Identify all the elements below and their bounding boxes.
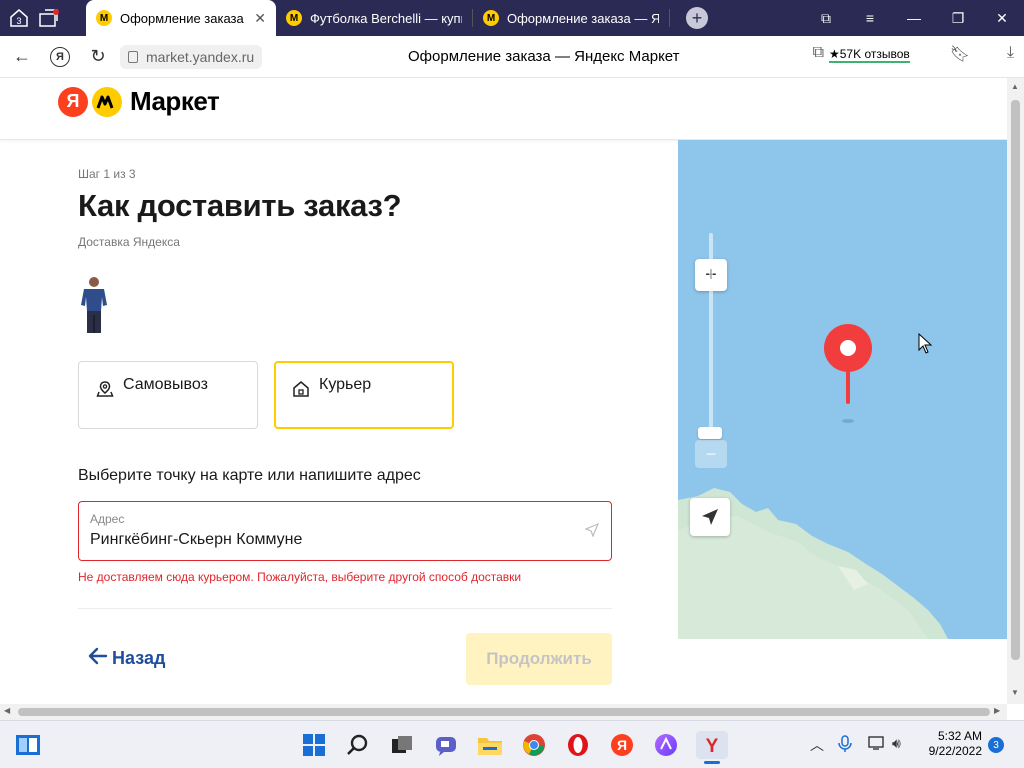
svg-text:Y: Y [706,736,719,757]
back-label: Назад [112,648,166,668]
svg-text:Я: Я [617,737,627,753]
pickup-option[interactable]: Самовывоз [78,361,258,429]
clock-date: 9/22/2022 [928,744,982,758]
courier-option[interactable]: Курьер [274,361,454,429]
checkout-heading: Как доставить заказ? [78,188,402,223]
network-icon[interactable] [868,735,886,754]
location-pin-icon[interactable] [820,324,876,424]
reviews-badge[interactable]: ★57K отзывов [829,47,910,63]
zoom-slider-handle[interactable] [698,427,722,439]
address-prompt: Выберите точку на карте или напишите адр… [78,467,421,484]
lock-icon [128,50,138,63]
microphone-icon[interactable] [838,735,852,756]
zoom-slider-track[interactable] [709,233,713,433]
opera-icon[interactable] [564,731,592,759]
window-controls: ⧉ ≡ — ❐ ✕ [804,0,1024,36]
delivery-map[interactable]: + − [678,140,1007,639]
logo-text: Маркет [130,86,220,116]
page-title: Оформление заказа — Яндекс Маркет [408,48,680,65]
pickup-label: Самовывоз [123,376,208,393]
alice-icon[interactable] [652,731,680,759]
address-field[interactable]: Адрес Рингкёбинг-Скьерн Коммуне [78,501,612,561]
teams-chat-icon[interactable] [432,731,460,759]
step-indicator: Шаг 1 из 3 [78,167,136,181]
back-arrow-icon[interactable]: ← [6,41,38,73]
house-icon [292,380,310,403]
menu-icon[interactable]: ≡ [848,10,892,26]
search-icon[interactable] [344,731,372,759]
tab-separator [669,9,670,27]
arrow-left-icon [88,647,108,670]
yandex-active-app-icon[interactable]: Y [696,731,728,764]
yandex-market-logo[interactable]: Я Маркет [58,86,220,117]
chevron-up-icon[interactable]: ︿ [810,735,824,755]
map-pin-icon [96,380,114,403]
zoom-out-button[interactable]: − [695,440,727,468]
product-thumbnail [78,275,110,337]
yandex-market-favicon-icon: М [483,10,499,26]
mouse-cursor-icon [918,333,933,354]
continue-button[interactable]: Продолжить [466,633,612,685]
back-button[interactable]: Назад [88,647,165,670]
start-button-icon[interactable] [300,731,328,759]
scroll-up-icon[interactable]: ▲ [1011,82,1019,91]
bookmarks-collection-icon[interactable]: ⧉ [804,10,848,27]
page-content: Я Маркет Шаг 1 из 3 Как доставить заказ?… [0,78,1007,704]
system-clock[interactable]: 5:32 AM 9/22/2022 [924,729,982,759]
close-window-icon[interactable]: ✕ [980,10,1024,27]
svg-text:3: 3 [16,16,21,26]
new-tab-button[interactable]: + [686,7,708,29]
site-header: Я Маркет [0,78,1007,140]
address-error: Не доставляем сюда курьером. Пожалуйста,… [78,570,522,584]
yandex-market-favicon-icon: М [96,10,112,26]
minimize-icon[interactable]: — [892,10,936,26]
restore-icon[interactable]: ❐ [936,10,980,27]
tab-title: Футболка Berchelli — купи [310,10,462,26]
tab-manager-icon[interactable]: 3 [4,3,34,33]
download-icon[interactable]: ⤓ [1007,44,1014,62]
address-bar: ← Я ↻ market.yandex.ru Оформление заказа… [0,36,1024,78]
clock-time: 5:32 AM [937,729,982,743]
vertical-scrollbar[interactable]: ▲ ▼ [1007,78,1024,704]
market-logo-icon [92,86,122,117]
tab-copy-icon[interactable]: ⧉ [813,44,824,62]
browser-tab-bar: 3 М Оформление заказа — ✕ М Футболка Ber… [0,0,1024,36]
vertical-scroll-thumb[interactable] [1011,100,1020,660]
new-tab-group-icon[interactable] [34,3,64,33]
yandex-logo-icon: Я [58,86,88,117]
courier-label: Курьер [319,376,372,393]
scroll-left-icon[interactable]: ◀ [4,706,10,715]
tab-checkout[interactable]: М Оформление заказа — ✕ [86,0,276,36]
yandex-browser-icon[interactable]: Я [608,731,636,759]
notification-badge[interactable]: 3 [988,737,1004,753]
yandex-market-favicon-icon: М [286,10,302,26]
tab-product[interactable]: М Футболка Berchelli — купи [276,0,472,36]
horizontal-scroll-thumb[interactable] [18,708,990,716]
tab-checkout-2[interactable]: М Оформление заказа — Ян [473,0,669,36]
reload-icon[interactable]: ↻ [82,41,114,73]
volume-icon[interactable]: 🔊︎ [892,735,901,752]
scroll-right-icon[interactable]: ▶ [994,706,1000,715]
geolocation-button[interactable] [690,498,730,536]
bookmark-icon[interactable]: 🔖︎ [950,44,970,64]
locate-arrow-icon[interactable] [584,522,600,540]
address-field-value[interactable]: Рингкёбинг-Скьерн Коммуне [90,531,302,549]
horizontal-scrollbar[interactable]: ◀ ▶ [0,704,1007,720]
windows-taskbar: Я Y ︿ 🔊︎ 5:32 AM 9/22/2022 3 [0,720,1024,768]
yandex-button[interactable]: Я [44,41,76,73]
scroll-down-icon[interactable]: ▼ [1011,688,1019,697]
file-explorer-icon[interactable] [476,731,504,759]
task-view-icon[interactable] [388,731,416,759]
close-tab-icon[interactable]: ✕ [254,10,266,27]
url-text: market.yandex.ru [146,48,255,65]
delivery-provider: Доставка Яндекса [78,235,180,249]
divider [78,608,612,609]
widgets-icon[interactable] [14,731,42,759]
address-field-label: Адрес [90,512,125,526]
tab-title: Оформление заказа — Ян [507,10,659,26]
url-field[interactable]: market.yandex.ru [120,44,263,69]
chrome-icon[interactable] [520,731,548,759]
tab-title: Оформление заказа — [120,10,246,26]
